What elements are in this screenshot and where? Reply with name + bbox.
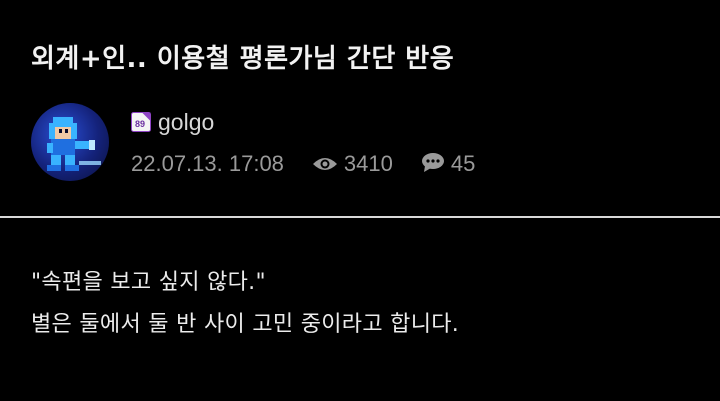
post-body-line: 별은 둘에서 둘 반 사이 고민 중이라고 합니다. bbox=[31, 312, 460, 337]
comment-bubble-icon bbox=[421, 152, 445, 178]
author-name[interactable]: golgo bbox=[158, 109, 214, 136]
author-row: 89 golgo 22.07.13. 17:08 3410 45 bbox=[31, 103, 691, 183]
header-divider bbox=[0, 216, 720, 218]
post-date: 22.07.13. 17:08 bbox=[131, 151, 284, 176]
post-stats: 22.07.13. 17:08 3410 45 bbox=[131, 151, 475, 177]
view-count-value: 3410 bbox=[343, 151, 393, 176]
author-info[interactable]: 89 golgo bbox=[131, 107, 475, 137]
comment-count[interactable]: 45 bbox=[421, 151, 475, 177]
view-count: 3410 bbox=[312, 151, 393, 177]
megaman-avatar-icon bbox=[47, 117, 101, 171]
post-title: 외계+인.. 이용철 평론가님 간단 반응 bbox=[31, 44, 455, 74]
post-meta: 89 golgo 22.07.13. 17:08 3410 45 bbox=[131, 107, 475, 177]
post-body-line: "속편을 보고 싶지 않다." bbox=[31, 270, 266, 295]
comment-count-value: 45 bbox=[450, 151, 476, 176]
level-badge-text: 89 bbox=[135, 119, 145, 129]
post-body: "속편을 보고 싶지 않다." 별은 둘에서 둘 반 사이 고민 중이라고 합니… bbox=[31, 262, 459, 346]
eye-icon bbox=[312, 152, 338, 178]
author-avatar[interactable] bbox=[31, 103, 109, 181]
level-badge-icon: 89 bbox=[131, 112, 151, 132]
